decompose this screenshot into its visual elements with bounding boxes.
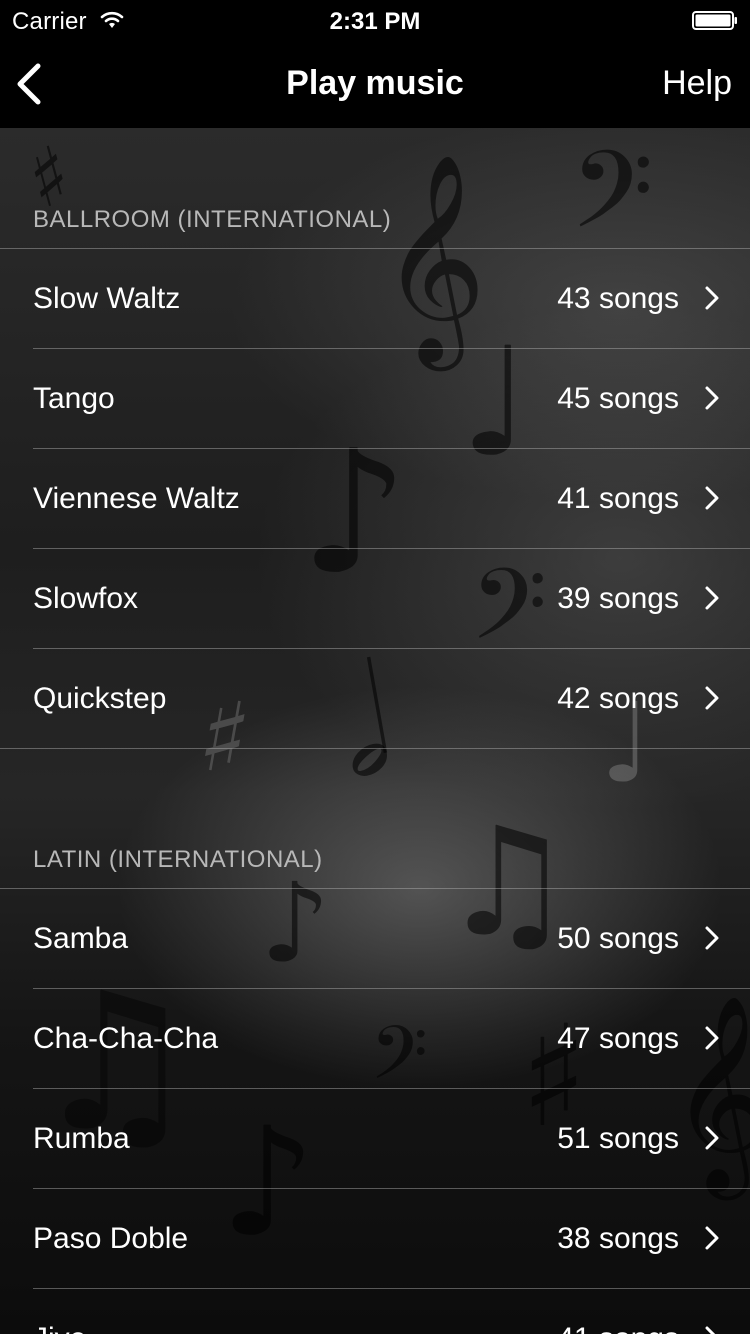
song-count: 47 songs xyxy=(557,1022,679,1055)
dance-name: Slow Waltz xyxy=(33,282,181,315)
dance-name: Quickstep xyxy=(33,682,167,715)
chevron-right-icon xyxy=(705,1326,716,1334)
list-item[interactable]: Slow Waltz 43 songs xyxy=(0,249,750,349)
chevron-right-icon xyxy=(705,1226,719,1250)
section-header-ballroom: BALLROOM (INTERNATIONAL) xyxy=(33,206,392,233)
divider xyxy=(0,748,750,749)
list-item[interactable]: Cha-Cha-Cha 47 songs xyxy=(0,989,750,1089)
list-item[interactable]: Paso Doble 38 songs xyxy=(0,1189,750,1289)
song-count: 43 songs xyxy=(557,282,679,315)
chevron-right-icon xyxy=(705,686,719,710)
chevron-right-icon xyxy=(705,586,719,610)
dance-list: BALLROOM (INTERNATIONAL) Slow Waltz 43 s… xyxy=(0,128,750,1334)
list-item[interactable]: Jive 41 songs xyxy=(0,1289,750,1334)
chevron-right-icon xyxy=(705,286,719,310)
dance-name: Rumba xyxy=(33,1122,130,1155)
battery-icon xyxy=(692,11,737,30)
dance-name: Viennese Waltz xyxy=(33,482,240,515)
chevron-right-icon xyxy=(705,486,719,510)
dance-name: Samba xyxy=(33,922,129,955)
chevron-right-icon xyxy=(705,386,719,410)
navigation-bar: Play music Help xyxy=(0,40,750,128)
dance-name: Jive xyxy=(33,1322,86,1334)
list-item[interactable]: Viennese Waltz 41 songs xyxy=(0,449,750,549)
section-header-latin: LATIN (INTERNATIONAL) xyxy=(33,846,323,873)
dance-name: Paso Doble xyxy=(33,1222,189,1255)
dance-name: Cha-Cha-Cha xyxy=(33,1022,219,1055)
chevron-right-icon xyxy=(705,926,719,950)
list-item[interactable]: Samba 50 songs xyxy=(0,889,750,989)
song-count: 38 songs xyxy=(557,1222,679,1255)
status-bar: Carrier 2:31 PM xyxy=(0,0,750,40)
page-title: Play music xyxy=(286,64,464,102)
song-count: 50 songs xyxy=(557,922,679,955)
help-button[interactable]: Help xyxy=(662,64,732,103)
list-item[interactable]: Rumba 51 songs xyxy=(0,1089,750,1189)
song-count: 41 songs xyxy=(557,482,679,515)
list-item[interactable]: Slowfox 39 songs xyxy=(0,549,750,649)
list-item[interactable]: Quickstep 42 songs xyxy=(0,649,750,749)
dance-name: Slowfox xyxy=(33,582,139,615)
chevron-right-icon xyxy=(705,1026,719,1050)
song-count: 39 songs xyxy=(557,582,679,615)
song-count: 51 songs xyxy=(557,1122,679,1155)
song-count: 41 songs xyxy=(557,1322,679,1334)
song-count: 45 songs xyxy=(557,382,679,415)
song-count: 42 songs xyxy=(557,682,679,715)
chevron-right-icon xyxy=(705,1126,719,1150)
status-time: 2:31 PM xyxy=(329,8,421,35)
dance-name: Tango xyxy=(33,382,115,415)
list-item[interactable]: Tango 45 songs xyxy=(0,349,750,449)
